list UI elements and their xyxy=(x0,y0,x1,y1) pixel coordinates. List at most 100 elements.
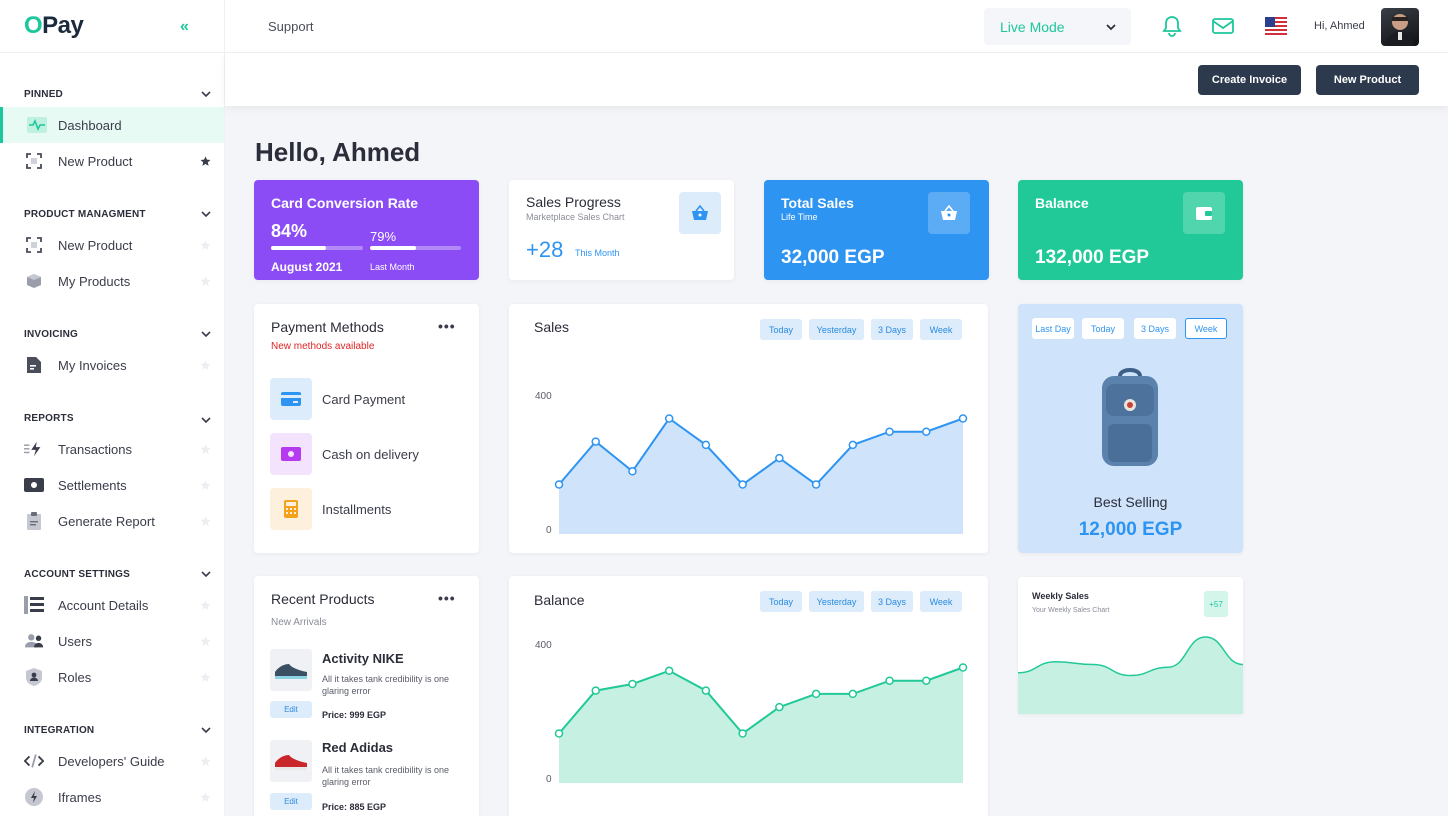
product-description: All it takes tank credibility is one gla… xyxy=(322,674,450,696)
sidebar-item-generate-report[interactable]: Generate Report xyxy=(0,503,224,539)
sidebar-item-new-product[interactable]: New Product xyxy=(0,227,224,263)
area-fill xyxy=(559,667,963,783)
star-outline-icon[interactable] xyxy=(200,635,211,647)
more-options-icon[interactable]: ••• xyxy=(438,318,456,334)
sidebar-item-settlements[interactable]: Settlements xyxy=(0,467,224,503)
star-outline-icon[interactable] xyxy=(200,791,211,803)
avatar[interactable] xyxy=(1381,8,1419,46)
data-point[interactable] xyxy=(554,729,564,738)
logo-text: Pay xyxy=(42,12,84,39)
data-point[interactable] xyxy=(775,453,784,463)
document-icon xyxy=(24,355,44,375)
chevron-down-icon[interactable] xyxy=(200,328,212,340)
sales-area-chart xyxy=(554,414,968,534)
payment-method-label[interactable]: Cash on delivery xyxy=(322,447,419,462)
data-point[interactable] xyxy=(701,440,711,450)
backpack-image xyxy=(1102,368,1158,466)
sidebar-item-roles[interactable]: Roles xyxy=(0,659,224,695)
more-options-icon[interactable]: ••• xyxy=(438,590,456,606)
star-outline-icon[interactable] xyxy=(200,443,211,455)
chevron-down-icon[interactable] xyxy=(200,414,212,426)
create-invoice-button[interactable]: Create Invoice xyxy=(1198,65,1301,95)
filter-week[interactable]: Week xyxy=(920,591,962,612)
filter-3-days[interactable]: 3 Days xyxy=(1134,318,1176,339)
sidebar-item-my-products[interactable]: My Products xyxy=(0,263,224,299)
sidebar-item-account-details[interactable]: Account Details xyxy=(0,587,224,623)
new-product-button[interactable]: New Product xyxy=(1316,65,1419,95)
chevron-down-icon[interactable] xyxy=(200,724,212,736)
sidebar-item-new-product-pinned[interactable]: New Product xyxy=(0,143,224,179)
conversion-current-track xyxy=(271,246,363,250)
data-point[interactable] xyxy=(628,467,637,476)
sidebar-item-transactions[interactable]: Transactions xyxy=(0,431,224,467)
bell-icon[interactable] xyxy=(1162,15,1182,37)
data-point[interactable] xyxy=(628,679,637,689)
data-point[interactable] xyxy=(664,666,674,676)
filter-today[interactable]: Today xyxy=(760,591,802,612)
sidebar-item-label: Iframes xyxy=(58,789,102,805)
data-point[interactable] xyxy=(701,686,711,695)
us-flag-icon[interactable] xyxy=(1265,17,1287,35)
user-greeting[interactable]: Hi, Ahmed xyxy=(1314,20,1365,32)
mode-select[interactable]: Live Mode xyxy=(984,8,1131,45)
star-outline-icon[interactable] xyxy=(200,671,211,683)
star-outline-icon[interactable] xyxy=(200,239,211,251)
sidebar-item-label: Generate Report xyxy=(58,513,155,529)
sidebar-item-developers-guide[interactable]: Developers' Guide xyxy=(0,743,224,779)
support-link[interactable]: Support xyxy=(268,19,314,34)
chevron-down-icon[interactable] xyxy=(200,88,212,100)
star-outline-icon[interactable] xyxy=(200,359,211,371)
data-point[interactable] xyxy=(958,663,968,672)
data-point[interactable] xyxy=(554,480,564,489)
logo[interactable]: OPay xyxy=(24,12,84,40)
data-point[interactable] xyxy=(664,414,674,423)
section-title-reports: REPORTS xyxy=(24,413,74,424)
edit-button[interactable]: Edit xyxy=(270,793,312,810)
data-point[interactable] xyxy=(738,480,747,489)
payment-method-label[interactable]: Card Payment xyxy=(322,392,405,407)
data-point[interactable] xyxy=(885,427,894,436)
data-point[interactable] xyxy=(922,427,931,436)
conversion-current-label: August 2021 xyxy=(271,260,343,274)
best-selling-label: Best Selling xyxy=(1093,494,1168,510)
filter-3-days[interactable]: 3 Days xyxy=(871,591,913,612)
data-point[interactable] xyxy=(738,729,747,738)
filter-3-days[interactable]: 3 Days xyxy=(871,319,913,340)
data-point[interactable] xyxy=(591,437,600,446)
star-outline-icon[interactable] xyxy=(200,515,211,527)
chevron-down-icon[interactable] xyxy=(200,568,212,580)
data-point[interactable] xyxy=(811,480,821,489)
data-point[interactable] xyxy=(958,414,968,423)
conversion-card: Card Conversion Rate 84% 79% August 2021… xyxy=(254,180,479,280)
filter-week-selected[interactable]: Week xyxy=(1185,318,1227,339)
star-outline-icon[interactable] xyxy=(200,755,211,767)
mail-icon[interactable] xyxy=(1212,18,1234,34)
sidebar-item-my-invoices[interactable]: My Invoices xyxy=(0,347,224,383)
filter-yesterday[interactable]: Yesterday xyxy=(809,591,864,612)
product-name[interactable]: Activity NIKE xyxy=(322,651,404,666)
data-point[interactable] xyxy=(811,689,821,699)
star-outline-icon[interactable] xyxy=(200,275,211,287)
filter-today[interactable]: Today xyxy=(1082,318,1124,339)
data-point[interactable] xyxy=(922,676,931,685)
data-point[interactable] xyxy=(885,676,894,685)
data-point[interactable] xyxy=(775,702,784,712)
star-outline-icon[interactable] xyxy=(200,479,211,491)
sidebar-item-users[interactable]: Users xyxy=(0,623,224,659)
data-point[interactable] xyxy=(848,689,858,699)
filter-today[interactable]: Today xyxy=(760,319,802,340)
payment-method-label[interactable]: Installments xyxy=(322,502,391,517)
edit-button[interactable]: Edit xyxy=(270,701,312,718)
sidebar-item-iframes[interactable]: Iframes xyxy=(0,779,224,815)
data-point[interactable] xyxy=(848,440,858,450)
collapse-sidebar-icon[interactable]: « xyxy=(180,18,189,36)
sidebar-item-dashboard[interactable]: Dashboard xyxy=(0,107,224,143)
product-name[interactable]: Red Adidas xyxy=(322,740,393,755)
filter-week[interactable]: Week xyxy=(920,319,962,340)
chevron-down-icon[interactable] xyxy=(200,208,212,220)
data-point[interactable] xyxy=(591,686,600,695)
filter-last-day[interactable]: Last Day xyxy=(1032,318,1074,339)
star-outline-icon[interactable] xyxy=(200,599,211,611)
star-icon[interactable] xyxy=(200,155,211,167)
filter-yesterday[interactable]: Yesterday xyxy=(809,319,864,340)
